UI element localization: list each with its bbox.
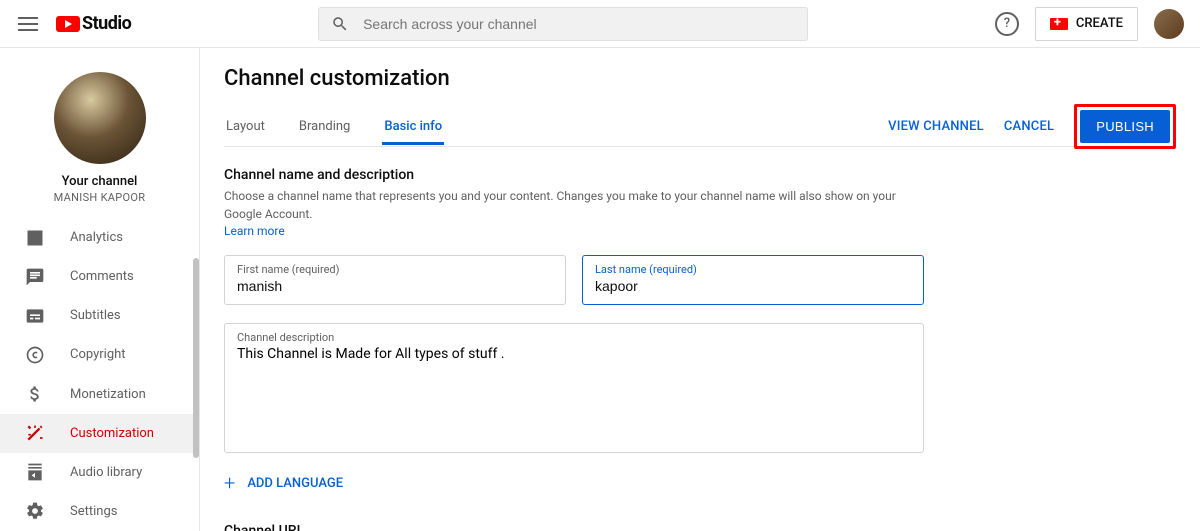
section-description: Choose a channel name that represents yo… xyxy=(224,187,924,223)
user-avatar[interactable] xyxy=(1154,9,1184,39)
section-name-desc: Channel name and description Choose a ch… xyxy=(224,167,924,495)
subtitles-icon xyxy=(24,305,46,327)
sidebar-item-label: Customization xyxy=(70,426,154,441)
learn-more-link[interactable]: Learn more xyxy=(224,224,285,238)
sidebar-item-label: Comments xyxy=(70,269,134,284)
sidebar-item-label: Audio library xyxy=(70,465,142,480)
sidebar-item-label: Subtitles xyxy=(70,308,121,323)
view-channel-button[interactable]: VIEW CHANNEL xyxy=(888,119,984,134)
main-content: Channel customization Layout Branding Ba… xyxy=(200,48,1200,531)
section-channel-url: Channel URL This is the standard web add… xyxy=(224,523,924,531)
hamburger-menu-button[interactable] xyxy=(16,12,40,36)
analytics-icon xyxy=(24,227,46,249)
create-video-icon xyxy=(1050,18,1068,30)
first-name-input[interactable] xyxy=(237,278,553,294)
audio-library-icon xyxy=(24,461,46,483)
sidebar-item-copyright[interactable]: Copyright xyxy=(0,335,199,374)
add-language-button[interactable]: + ADD LANGUAGE xyxy=(224,471,924,495)
logo-text: Studio xyxy=(82,13,131,34)
search-box[interactable] xyxy=(318,7,808,41)
sidebar-item-label: Monetization xyxy=(70,387,146,402)
create-button[interactable]: CREATE xyxy=(1035,7,1138,41)
help-icon[interactable]: ? xyxy=(995,12,1019,36)
search-container xyxy=(131,7,995,41)
channel-description-field[interactable]: Channel description xyxy=(224,323,924,453)
last-name-label: Last name (required) xyxy=(595,263,911,276)
sidebar-item-label: Analytics xyxy=(70,230,123,245)
sidebar-item-analytics[interactable]: Analytics xyxy=(0,218,199,257)
first-name-field[interactable]: First name (required) xyxy=(224,255,566,305)
channel-name: MANISH KAPOOR xyxy=(54,191,146,204)
description-label: Channel description xyxy=(237,331,911,344)
sidebar-scrollbar[interactable] xyxy=(193,258,199,458)
copyright-icon xyxy=(24,344,46,366)
dollar-icon xyxy=(24,383,46,405)
sidebar-item-subtitles[interactable]: Subtitles xyxy=(0,296,199,335)
last-name-field[interactable]: Last name (required) xyxy=(582,255,924,305)
plus-icon: + xyxy=(224,471,235,495)
app-header: Studio ? CREATE xyxy=(0,0,1200,48)
gear-icon xyxy=(24,500,46,522)
first-name-label: First name (required) xyxy=(237,263,553,276)
section-title: Channel name and description xyxy=(224,167,924,183)
youtube-play-icon xyxy=(56,16,80,32)
channel-summary: Your channel MANISH KAPOOR xyxy=(0,64,199,218)
sidebar: Your channel MANISH KAPOOR Analytics Com… xyxy=(0,48,200,531)
channel-avatar[interactable] xyxy=(54,72,146,164)
wand-icon xyxy=(24,422,46,444)
sidebar-item-customization[interactable]: Customization xyxy=(0,414,199,453)
create-label: CREATE xyxy=(1076,16,1123,31)
sidebar-item-audio-library[interactable]: Audio library xyxy=(0,453,199,492)
your-channel-label: Your channel xyxy=(62,174,138,189)
cancel-button[interactable]: CANCEL xyxy=(1004,119,1054,134)
sidebar-item-comments[interactable]: Comments xyxy=(0,257,199,296)
last-name-input[interactable] xyxy=(595,278,911,294)
search-input[interactable] xyxy=(363,16,795,32)
tab-bar: Layout Branding Basic info VIEW CHANNEL … xyxy=(224,107,1176,147)
tab-branding[interactable]: Branding xyxy=(297,109,352,144)
tab-layout[interactable]: Layout xyxy=(224,109,267,144)
publish-button[interactable]: PUBLISH xyxy=(1080,110,1170,143)
sidebar-item-monetization[interactable]: Monetization xyxy=(0,375,199,414)
channel-description-input[interactable] xyxy=(237,346,911,441)
page-title: Channel customization xyxy=(224,66,1176,91)
header-actions: ? CREATE xyxy=(995,7,1184,41)
search-icon xyxy=(331,15,349,33)
sidebar-item-label: Settings xyxy=(70,504,117,519)
youtube-studio-logo[interactable]: Studio xyxy=(56,13,131,34)
sidebar-item-settings[interactable]: Settings xyxy=(0,492,199,531)
section-title: Channel URL xyxy=(224,523,924,531)
sidebar-item-label: Copyright xyxy=(70,347,126,362)
tab-basic-info[interactable]: Basic info xyxy=(382,109,444,144)
comments-icon xyxy=(24,266,46,288)
publish-highlight: PUBLISH xyxy=(1074,104,1176,149)
